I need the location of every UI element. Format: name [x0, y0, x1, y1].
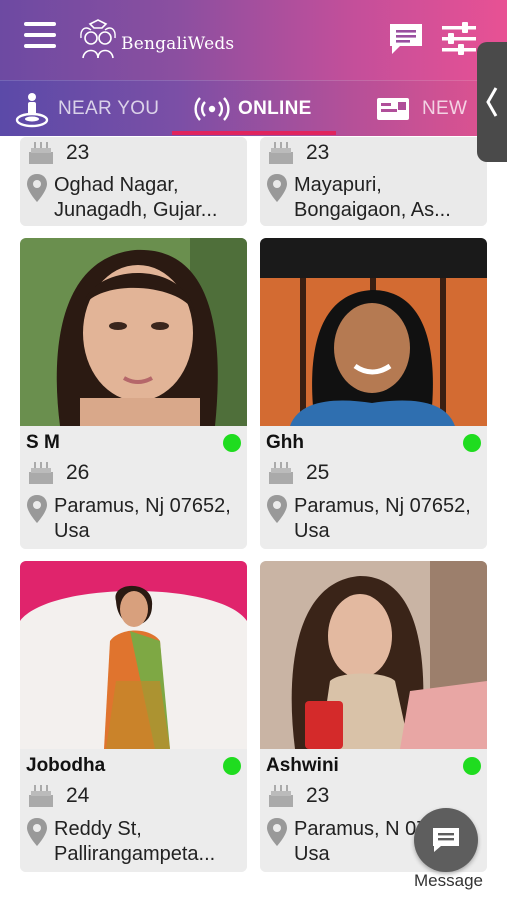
- location-row: Oghad Nagar, Junagadh, Gujar...: [26, 173, 244, 223]
- profile-card[interactable]: 23 Mayapuri, Bongaigaon, As...: [260, 137, 487, 226]
- tab-new[interactable]: NEW: [376, 81, 467, 137]
- location-pin-icon: [27, 495, 47, 523]
- message-icon: [433, 828, 459, 852]
- birthday-cake-icon: [269, 142, 293, 164]
- profile-name: Jobodha: [26, 755, 106, 776]
- message-fab-button[interactable]: [414, 808, 478, 872]
- location-pin-icon: [27, 818, 47, 846]
- menu-icon[interactable]: [24, 22, 56, 52]
- age-row: 25: [266, 459, 329, 487]
- filter-icon[interactable]: [440, 20, 478, 58]
- profile-info: S M 26 Paramus, Nj 07652, Usa: [20, 426, 247, 549]
- tab-label: ONLINE: [238, 98, 312, 119]
- age-row: 23: [266, 139, 329, 167]
- profile-location: Paramus, Nj 07652, Usa: [294, 495, 471, 542]
- profile-name: S M: [26, 432, 60, 453]
- side-drawer-handle[interactable]: [477, 42, 507, 162]
- online-status-dot: [223, 757, 241, 775]
- profile-photo: [20, 561, 247, 749]
- profile-photo: [260, 238, 487, 426]
- profile-location: Paramus, Nj 07652, Usa: [54, 495, 231, 542]
- logo-icon: [80, 19, 116, 59]
- broadcast-icon: [194, 97, 230, 121]
- profile-photo: [20, 238, 247, 426]
- location-pin-icon: [267, 174, 287, 202]
- profile-info: 23 Mayapuri, Bongaigaon, As...: [260, 137, 487, 226]
- online-status-dot: [223, 434, 241, 452]
- profile-card[interactable]: Jobodha 24 Reddy St, Pallirangampeta...: [20, 561, 247, 872]
- profile-info: Jobodha 24 Reddy St, Pallirangampeta...: [20, 749, 247, 872]
- age-row: 23: [26, 139, 89, 167]
- birthday-cake-icon: [269, 785, 293, 807]
- online-status-dot: [463, 757, 481, 775]
- location-row: Paramus, Nj 07652, Usa: [26, 494, 244, 544]
- brand-name: BengaliWeds: [121, 34, 235, 54]
- profile-age: 25: [306, 461, 330, 484]
- profile-age: 24: [66, 784, 90, 807]
- location-row: Reddy St, Pallirangampeta...: [26, 817, 244, 867]
- profile-info: Ghh 25 Paramus, Nj 07652, Usa: [260, 426, 487, 549]
- person-location-icon: [15, 93, 49, 128]
- profile-location: Oghad Nagar, Junagadh, Gujar...: [54, 174, 218, 221]
- online-status-dot: [463, 434, 481, 452]
- profile-age: 23: [306, 784, 330, 807]
- location-pin-icon: [267, 818, 287, 846]
- chevron-left-icon: [486, 87, 498, 117]
- tab-label: NEW: [422, 98, 468, 119]
- profile-card[interactable]: Ghh 25 Paramus, Nj 07652, Usa: [260, 238, 487, 549]
- active-tab-indicator: [172, 131, 336, 135]
- location-row: Mayapuri, Bongaigaon, As...: [266, 173, 484, 223]
- birthday-cake-icon: [29, 462, 53, 484]
- new-card-icon: [377, 98, 409, 120]
- profile-location: Mayapuri, Bongaigaon, As...: [294, 174, 451, 221]
- profile-card[interactable]: S M 26 Paramus, Nj 07652, Usa: [20, 238, 247, 549]
- tab-bar: NEAR YOU ONLINE NEW: [0, 80, 507, 136]
- profile-location: Reddy St, Pallirangampeta...: [54, 818, 216, 865]
- profile-name: Ghh: [266, 432, 304, 453]
- message-fab-label: Message: [414, 871, 483, 890]
- profile-age: 26: [66, 461, 90, 484]
- chat-icon[interactable]: [388, 22, 424, 56]
- app-header: BengaliWeds: [0, 0, 507, 80]
- age-row: 24: [26, 782, 89, 810]
- location-row: Paramus, Nj 07652, Usa: [266, 494, 484, 544]
- age-row: 26: [26, 459, 89, 487]
- location-pin-icon: [267, 495, 287, 523]
- profile-photo: [260, 561, 487, 749]
- profile-grid: 23 Oghad Nagar, Junagadh, Gujar... 23 Ma…: [0, 137, 507, 900]
- birthday-cake-icon: [29, 785, 53, 807]
- birthday-cake-icon: [269, 462, 293, 484]
- profile-age: 23: [306, 141, 330, 164]
- tab-online[interactable]: ONLINE: [192, 81, 312, 137]
- location-pin-icon: [27, 174, 47, 202]
- profile-age: 23: [66, 141, 90, 164]
- tab-label: NEAR YOU: [58, 98, 160, 119]
- birthday-cake-icon: [29, 142, 53, 164]
- tab-near-you[interactable]: NEAR YOU: [12, 81, 159, 137]
- profile-name: Ashwini: [266, 755, 339, 776]
- profile-card[interactable]: 23 Oghad Nagar, Junagadh, Gujar...: [20, 137, 247, 226]
- profile-info: 23 Oghad Nagar, Junagadh, Gujar...: [20, 137, 247, 226]
- age-row: 23: [266, 782, 329, 810]
